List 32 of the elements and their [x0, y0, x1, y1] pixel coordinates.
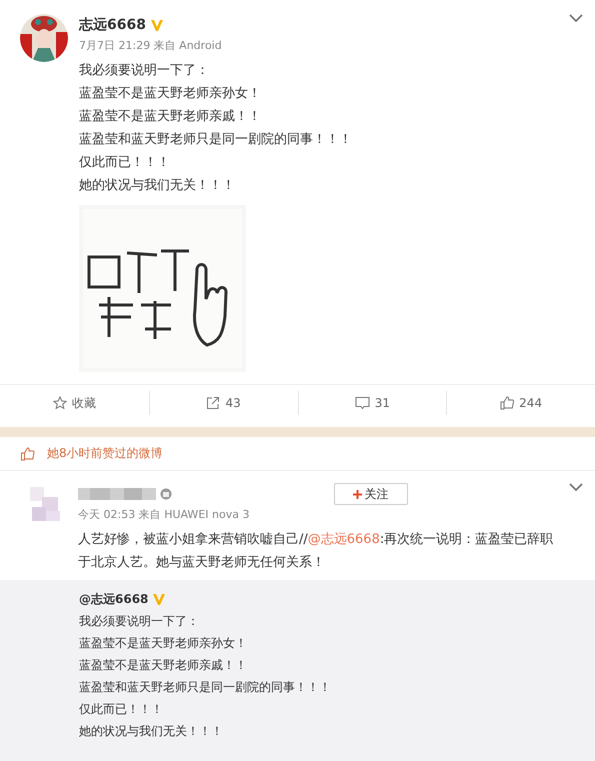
- share-icon: [206, 396, 220, 410]
- repost-text: 人艺好惨，被蓝小姐拿来营销吹嘘自己//@志远6668:再次统一说明：蓝盈莹已辞职于北京人艺。她与蓝天野老师无任何关系！: [78, 531, 554, 572]
- quoted-text: 我必须要说明一下了：: [79, 613, 200, 630]
- thumbs-up-icon: [500, 396, 514, 410]
- post-text: 仅此而已！！！: [79, 154, 171, 172]
- star-icon: [52, 396, 67, 410]
- quoted-text: 蓝盈莹不是蓝天野老师亲戚！！: [79, 657, 248, 674]
- author-name[interactable]: @志远6668: [79, 590, 148, 608]
- quoted-text: 仅此而已！！！: [79, 701, 164, 718]
- badge-icon: [160, 488, 172, 500]
- post-text: 她的状况与我们无关！！！: [79, 177, 236, 195]
- like-button[interactable]: 244: [446, 391, 595, 415]
- thumbs-up-icon: [20, 446, 35, 460]
- repost-button[interactable]: 43: [148, 391, 298, 415]
- favorite-button[interactable]: 收藏: [0, 391, 149, 415]
- liked-notice: 她8小时前赞过的微博: [47, 445, 163, 462]
- quoted-text: 蓝盈莹和蓝天野老师只是同一剧院的同事！！！: [79, 679, 332, 696]
- post-text: 蓝盈莹不是蓝天野老师亲孙女！: [79, 85, 262, 103]
- post-text: 我必须要说明一下了：: [79, 62, 210, 80]
- quoted-text: 蓝盈莹不是蓝天野老师亲孙女！: [79, 635, 248, 652]
- plus-icon: [352, 490, 362, 498]
- quoted-text: 她的状况与我们无关！！！: [79, 723, 224, 740]
- post-meta: 7月7日 21:29 来自 Android: [79, 38, 223, 53]
- post-text: 蓝盈莹和蓝天野老师只是同一剧院的同事！！！: [79, 131, 353, 149]
- caret-icon[interactable]: [569, 14, 583, 23]
- caret-icon[interactable]: [569, 483, 583, 492]
- follow-button[interactable]: 关注: [334, 483, 408, 505]
- post-meta: 今天 02:53 来自 HUAWEI nova 3: [78, 507, 250, 522]
- post-text: 蓝盈莹不是蓝天野老师亲戚！！: [79, 108, 262, 126]
- comment-icon: [354, 396, 370, 410]
- author-name[interactable]: 志远6668: [79, 16, 146, 34]
- comment-button[interactable]: 31: [298, 391, 446, 415]
